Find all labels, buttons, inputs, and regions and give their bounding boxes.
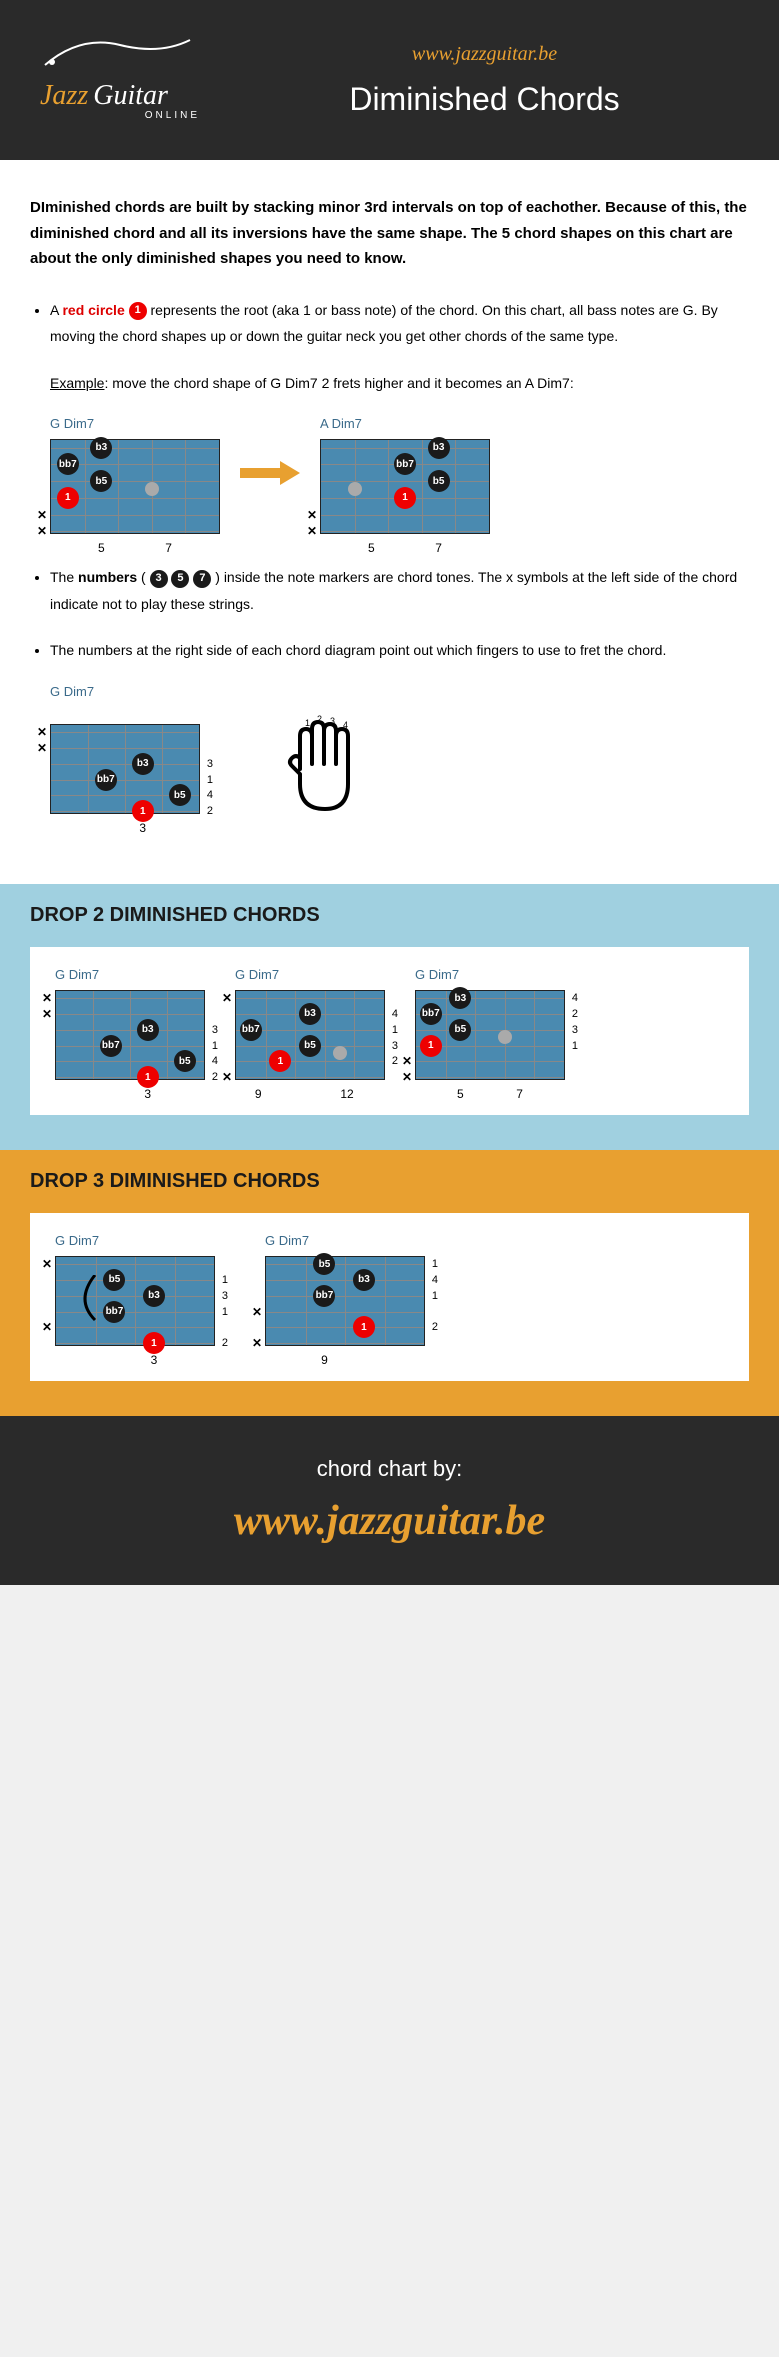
fretboard: b3 bb7 b5 1 ✕ ✕ 5 7 bbox=[320, 439, 490, 534]
header-right: www.jazzguitar.be Diminished Chords bbox=[230, 43, 739, 118]
drop3-body: G Dim7 ✕ b5 b3 bb7 ✕ 1 3 1 3 1 2 G Dim7 bbox=[0, 1213, 779, 1416]
chord-diagram: G Dim7 ✕✕ b3 bb7 b5 1 3 3 1 4 2 bbox=[55, 967, 205, 1080]
logo: JazzGuitar ONLINE bbox=[40, 30, 200, 130]
example-line: Example: move the chord shape of G Dim7 … bbox=[50, 370, 749, 397]
chord-diagram-gdim7: G Dim7 b3 bb7 b5 1 ✕ ✕ 5 7 bbox=[50, 416, 220, 534]
drop3-header: DROP 3 DIMINISHED CHORDS bbox=[0, 1150, 779, 1213]
fretboard: b3 bb7 b5 1 ✕ ✕ 5 7 bbox=[50, 439, 220, 534]
footer: chord chart by: www.jazzguitar.be bbox=[0, 1416, 779, 1585]
chord-diagram: G Dim7 ✕ b3 bb7 b5 1 ✕ 9 12 4 1 3 2 bbox=[235, 967, 385, 1080]
chord-diagram-adim7: A Dim7 b3 bb7 b5 1 ✕ ✕ 5 7 bbox=[320, 416, 490, 534]
black-circle-icon: 7 bbox=[193, 570, 211, 588]
logo-guitar: Guitar bbox=[93, 80, 168, 111]
content: DIminished chords are built by stacking … bbox=[0, 160, 779, 884]
example-diagrams: G Dim7 b3 bb7 b5 1 ✕ ✕ 5 7 A Dim7 bbox=[50, 416, 749, 534]
bullet-3: The numbers at the right side of each ch… bbox=[50, 637, 749, 664]
chord-diagram: G Dim7 b5 b3 bb7 ✕ 1 ✕ 9 1 4 1 2 bbox=[265, 1233, 425, 1346]
black-circle-icon: 3 bbox=[150, 570, 168, 588]
hand-diagram-row: ✕ ✕ b3 bb7 b5 1 3 3 1 4 2 1 2 3 4 bbox=[50, 714, 749, 824]
header: JazzGuitar ONLINE www.jazzguitar.be Dimi… bbox=[0, 0, 779, 160]
bullet-1: A red circle 1 represents the root (aka … bbox=[50, 297, 749, 350]
hand-icon: 1 2 3 4 bbox=[280, 714, 370, 824]
arrow-icon bbox=[240, 453, 300, 498]
logo-swoosh bbox=[40, 30, 200, 75]
drop2-body: G Dim7 ✕✕ b3 bb7 b5 1 3 3 1 4 2 G Dim7 bbox=[0, 947, 779, 1150]
black-circle-icon: 5 bbox=[171, 570, 189, 588]
chord-diagram: G Dim7 ✕ b5 b3 bb7 ✕ 1 3 1 3 1 2 bbox=[55, 1233, 215, 1346]
bullet-2: The numbers ( 3 5 7 ) inside the note ma… bbox=[50, 564, 749, 617]
logo-jazz: Jazz bbox=[40, 80, 88, 111]
intro-text: DIminished chords are built by stacking … bbox=[30, 195, 749, 272]
footer-label: chord chart by: bbox=[40, 1456, 739, 1482]
chord-diagram: G Dim7 b3 bb7 b5 1 ✕ ✕ 5 7 4 2 3 1 bbox=[415, 967, 565, 1080]
footer-url: www.jazzguitar.be bbox=[40, 1497, 739, 1545]
red-circle-icon: 1 bbox=[129, 302, 147, 320]
page-title: Diminished Chords bbox=[230, 81, 739, 118]
svg-text:1: 1 bbox=[305, 718, 310, 728]
drop2-header: DROP 2 DIMINISHED CHORDS bbox=[0, 884, 779, 947]
fretboard: ✕ ✕ b3 bb7 b5 1 3 3 1 4 2 bbox=[50, 724, 200, 814]
header-url: www.jazzguitar.be bbox=[230, 43, 739, 66]
